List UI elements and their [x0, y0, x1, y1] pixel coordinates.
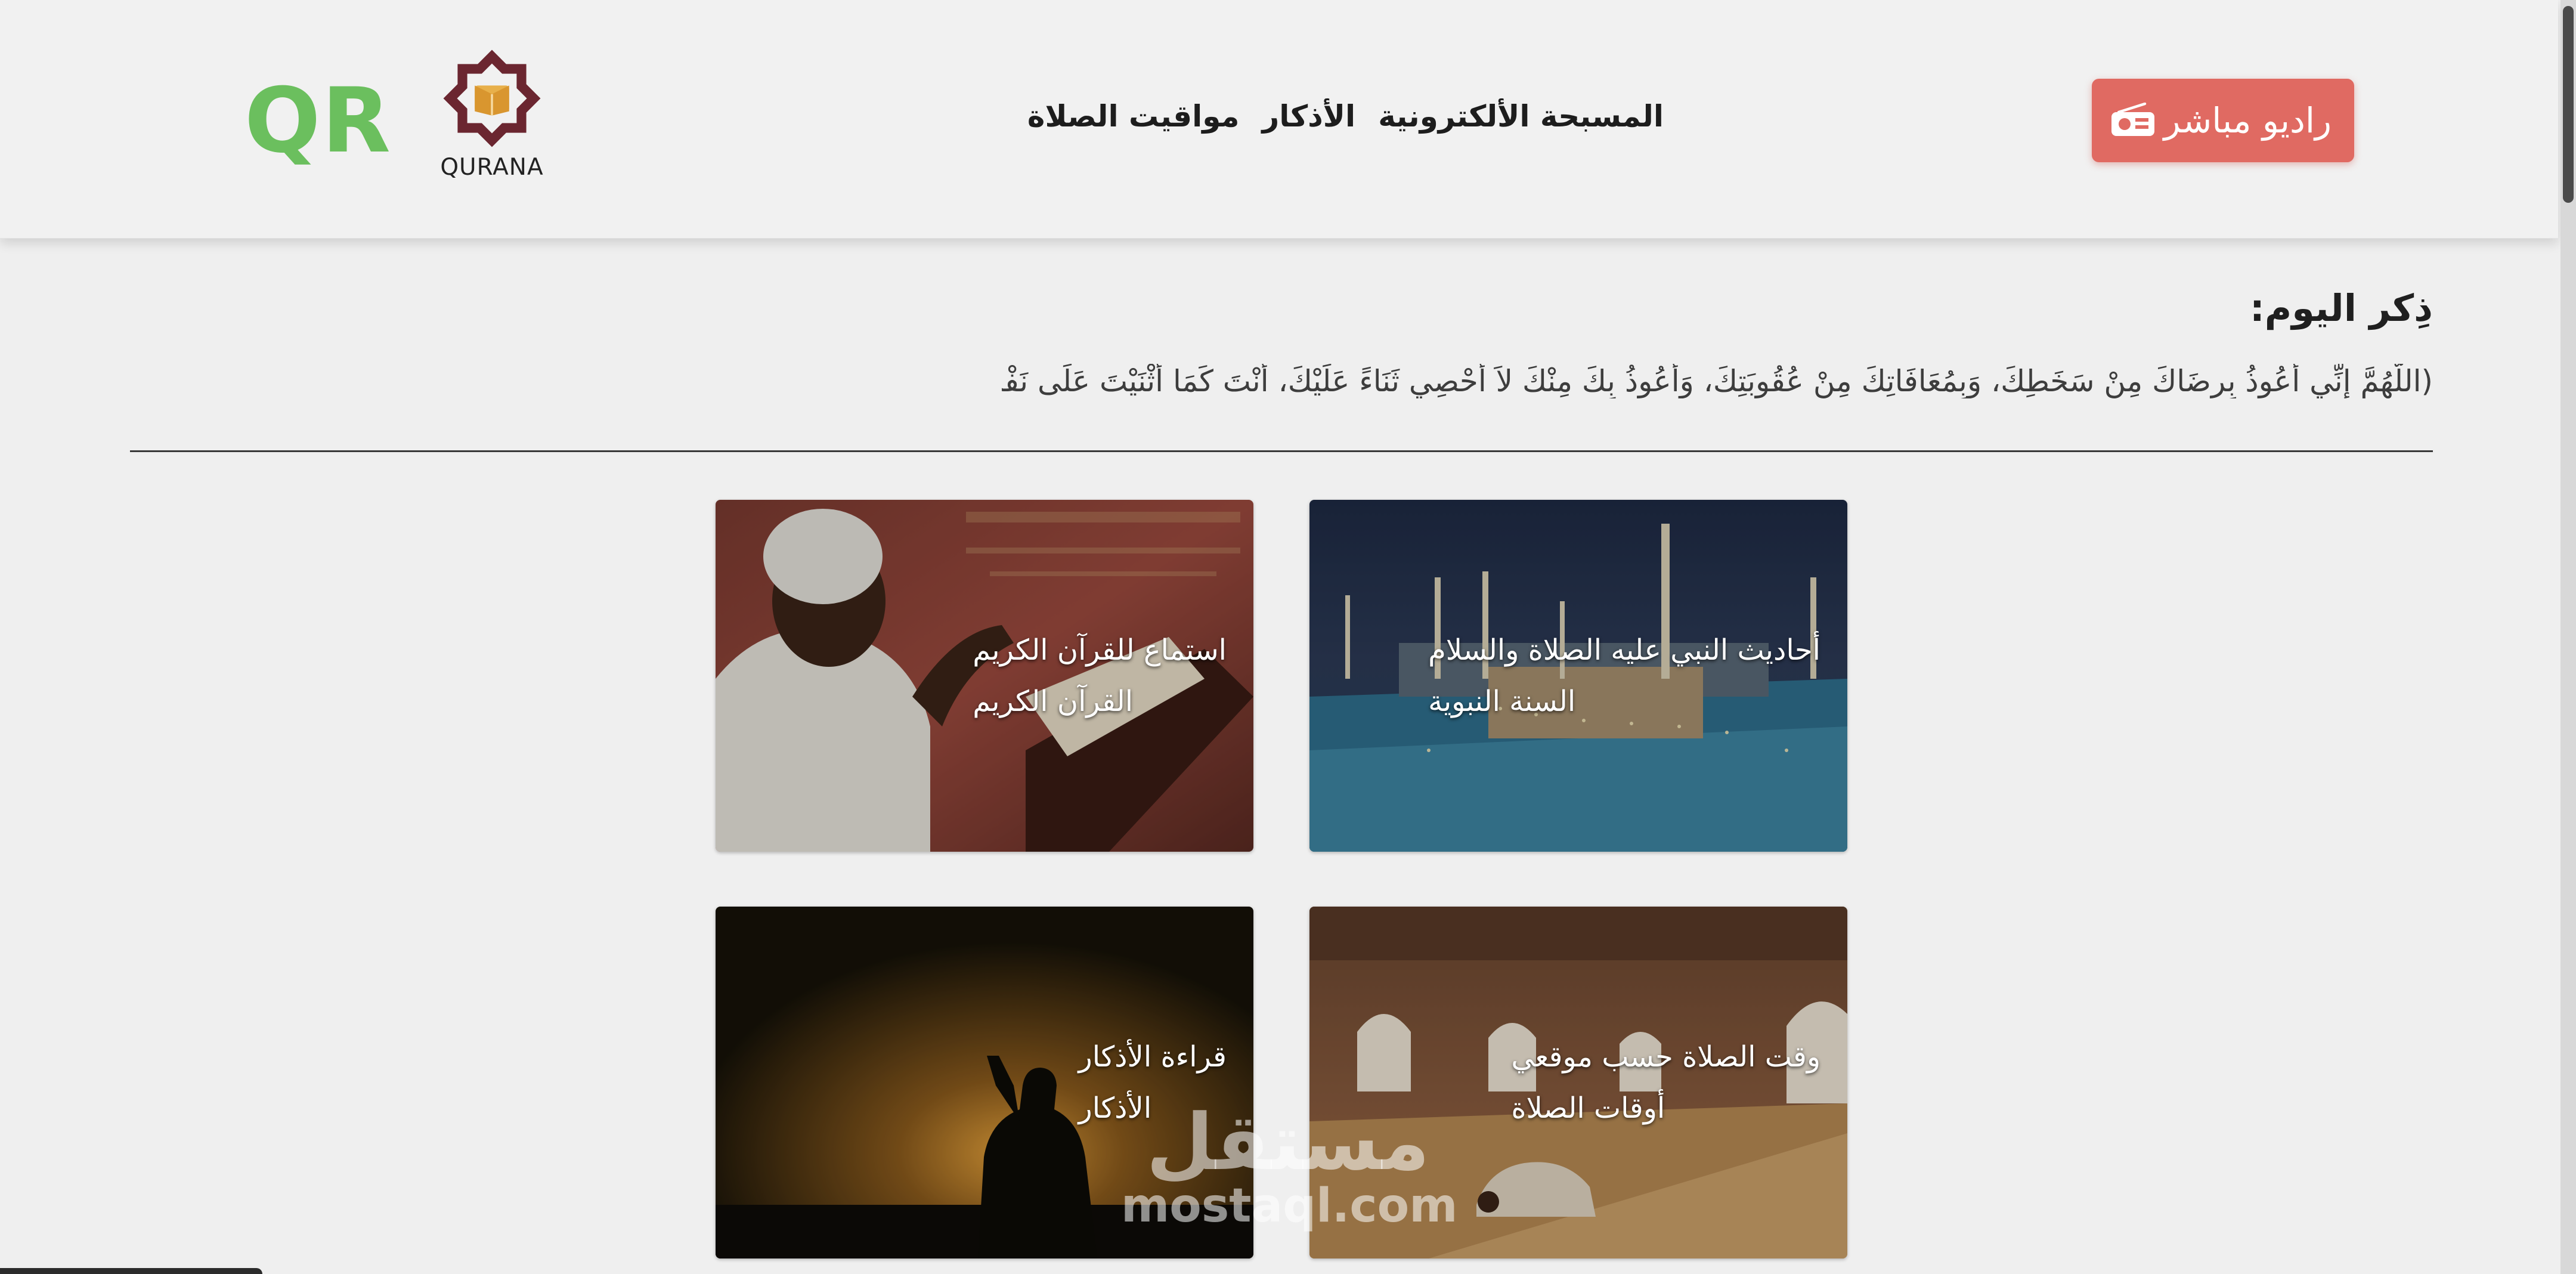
- card-prayer-times[interactable]: وقت الصلاة حسب موقعي أوقات الصلاة: [1309, 907, 1847, 1258]
- brand-name: QURANA: [440, 154, 544, 181]
- qr-logo[interactable]: QR: [244, 76, 392, 166]
- live-radio-button[interactable]: راديو مباشر: [2092, 79, 2354, 162]
- card-subtitle: السنة النبوية: [1428, 685, 1576, 718]
- card-adhkar[interactable]: قراءة الأذكار الأذكار: [716, 907, 1253, 1258]
- card-title: استماع للقرآن الكريم: [973, 633, 1227, 667]
- card-subtitle: الأذكار: [1078, 1091, 1152, 1125]
- card-sunnah[interactable]: أحاديث النبي عليه الصلاة والسلام السنة ا…: [1309, 500, 1847, 852]
- scrollbar-thumb[interactable]: [2563, 6, 2574, 203]
- main-nav: المسبحة الألكترونية الأذكار مواقيت الصلا…: [1008, 89, 1664, 143]
- page: QR QURANA المسبحة الألكترونية الأذكار مو…: [0, 0, 2576, 1274]
- card-text: استماع للقرآن الكريم القرآن الكريم: [973, 500, 1227, 852]
- card-text: أحاديث النبي عليه الصلاة والسلام السنة ا…: [1428, 500, 1820, 852]
- nav-link-tasbih[interactable]: المسبحة الألكترونية: [1378, 99, 1664, 134]
- card-subtitle: القرآن الكريم: [973, 685, 1134, 718]
- card-title: وقت الصلاة حسب موقعي: [1511, 1040, 1820, 1074]
- live-radio-label: راديو مباشر: [2163, 100, 2332, 141]
- dhikr-text: (اللَّهُمَّ إِنِّي أَعُوذُ بِرِضَاكَ مِن…: [1002, 364, 2433, 398]
- bottom-left-edge: [0, 1268, 262, 1274]
- dhikr-title: ذِكر اليوم:: [2250, 286, 2433, 330]
- nav-link-prayer-times[interactable]: مواقيت الصلاة: [1027, 99, 1240, 134]
- nav-link-adhkar[interactable]: الأذكار: [1262, 99, 1356, 134]
- card-quran[interactable]: استماع للقرآن الكريم القرآن الكريم: [716, 500, 1253, 852]
- qurana-star-icon: [443, 50, 541, 147]
- card-text: قراءة الأذكار الأذكار: [1079, 907, 1227, 1258]
- site-header: QR QURANA المسبحة الألكترونية الأذكار مو…: [0, 0, 2558, 239]
- radio-icon: [2109, 103, 2157, 138]
- vertical-scrollbar[interactable]: [2560, 0, 2576, 1274]
- card-subtitle: أوقات الصلاة: [1511, 1091, 1665, 1125]
- card-title: قراءة الأذكار: [1078, 1040, 1227, 1074]
- card-title: أحاديث النبي عليه الصلاة والسلام: [1428, 633, 1820, 667]
- card-text: وقت الصلاة حسب موقعي أوقات الصلاة: [1511, 907, 1820, 1258]
- brand-logo[interactable]: QURANA: [426, 45, 558, 188]
- section-divider: [130, 450, 2433, 452]
